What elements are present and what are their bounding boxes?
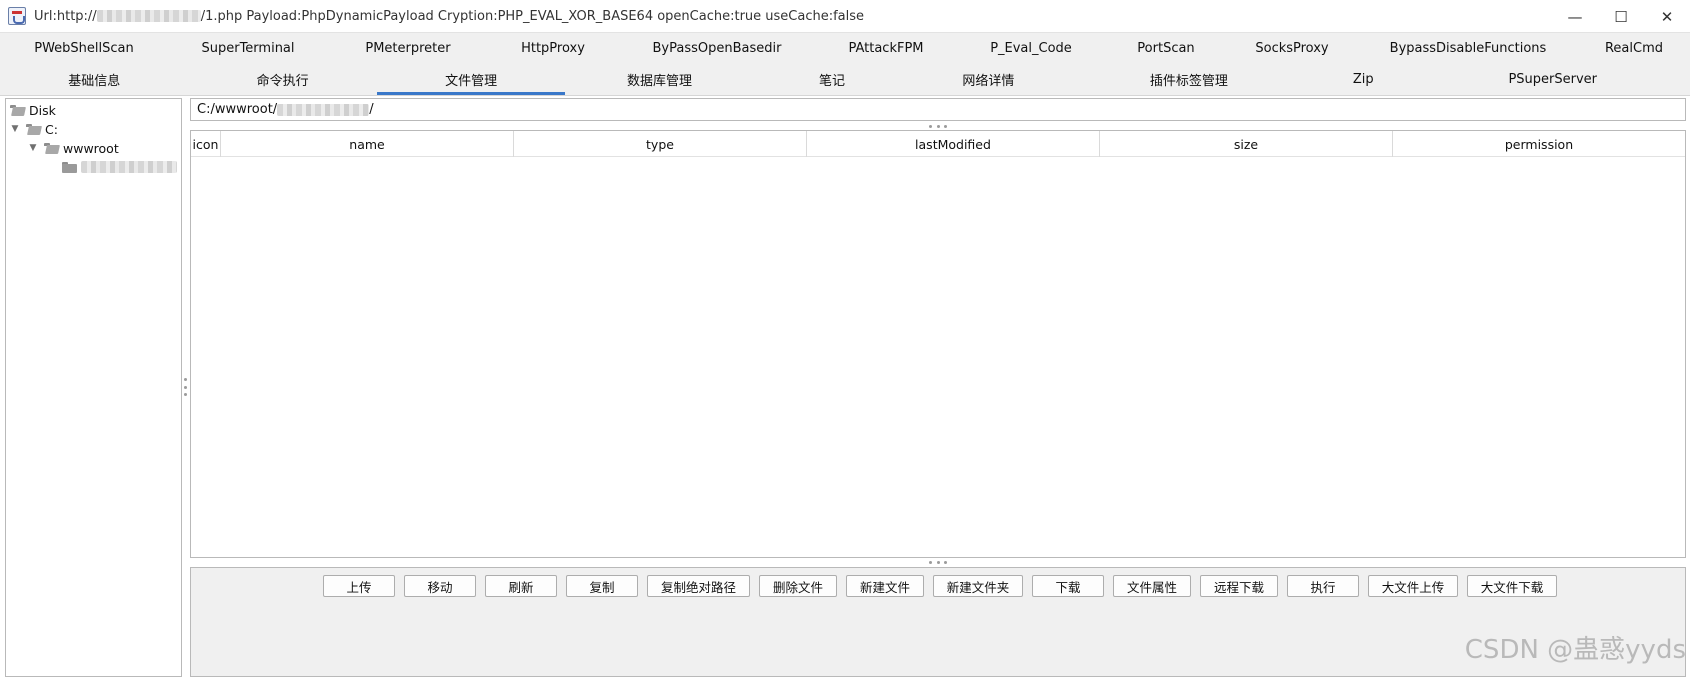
tab-p-eval-code[interactable]: P_Eval_Code [956, 33, 1106, 63]
horizontal-splitter-handle[interactable] [929, 124, 947, 128]
java-app-icon [8, 7, 26, 25]
new-folder-button[interactable]: 新建文件夹 [933, 575, 1023, 597]
tab-file-manager[interactable]: 文件管理 [376, 63, 566, 95]
column-header-icon[interactable]: icon [191, 131, 221, 157]
download-button[interactable]: 下载 [1032, 575, 1104, 597]
tab-pwebshellscan[interactable]: PWebShellScan [0, 33, 168, 63]
tree-node-redacted-folder[interactable] [62, 158, 177, 176]
watermark-text: CSDN @蛊惑yyds [1464, 635, 1686, 665]
tab-socksproxy[interactable]: SocksProxy [1226, 33, 1358, 63]
window-controls: — ☐ ✕ [1552, 0, 1690, 33]
directory-tree[interactable]: Disk ▼ C: ▼ wwwroot [5, 98, 182, 677]
remote-download-button[interactable]: 远程下载 [1200, 575, 1278, 597]
tab-plugin-tag-manager[interactable]: 插件标签管理 [1067, 63, 1311, 95]
tab-command-exec[interactable]: 命令执行 [188, 63, 376, 95]
copy-absolute-path-button[interactable]: 复制绝对路径 [647, 575, 750, 597]
tab-database-manager[interactable]: 数据库管理 [565, 63, 753, 95]
title-url-prefix: Url:http:// [34, 8, 97, 24]
folder-open-icon [26, 123, 41, 135]
main-tab-row: 基础信息 命令执行 文件管理 数据库管理 笔记 网络详情 插件标签管理 Zip … [0, 63, 1690, 96]
column-header-lastmodified[interactable]: lastModified [807, 131, 1100, 157]
refresh-button[interactable]: 刷新 [485, 575, 557, 597]
tree-node-label: Disk [29, 102, 56, 118]
upload-button[interactable]: 上传 [323, 575, 395, 597]
file-actions-panel: 上传 移动 刷新 复制 复制绝对路径 删除文件 新建文件 新建文件夹 下载 文件… [190, 567, 1686, 677]
move-button[interactable]: 移动 [404, 575, 476, 597]
folder-open-icon [44, 142, 59, 154]
title-url-suffix: /1.php Payload:PhpDynamicPayload Cryptio… [200, 8, 865, 24]
copy-button[interactable]: 复制 [566, 575, 638, 597]
tab-realcmd[interactable]: RealCmd [1578, 33, 1690, 63]
close-button[interactable]: ✕ [1644, 0, 1690, 33]
action-button-row: 上传 移动 刷新 复制 复制绝对路径 删除文件 新建文件 新建文件夹 下载 文件… [323, 575, 1557, 597]
tree-node-wwwroot[interactable]: ▼ wwwroot [28, 139, 119, 157]
table-header: icon name type lastModified size permiss… [191, 131, 1685, 157]
tab-superterminal[interactable]: SuperTerminal [168, 33, 328, 63]
folder-open-icon [10, 104, 25, 116]
tab-psuperserver[interactable]: PSuperServer [1416, 63, 1690, 95]
file-table[interactable]: icon name type lastModified size permiss… [190, 130, 1686, 558]
tab-bypassdisablefunctions[interactable]: BypassDisableFunctions [1358, 33, 1578, 63]
window-titlebar: Url:http:// /1.php Payload:PhpDynamicPay… [0, 0, 1690, 33]
tab-network-details[interactable]: 网络详情 [910, 63, 1066, 95]
tree-node-label: C: [45, 121, 58, 137]
tab-basic-info[interactable]: 基础信息 [0, 63, 188, 95]
column-header-size[interactable]: size [1100, 131, 1393, 157]
folder-icon [62, 161, 77, 173]
column-header-name[interactable]: name [221, 131, 514, 157]
tab-pattackfpm[interactable]: PAttackFPM [816, 33, 956, 63]
column-header-type[interactable]: type [514, 131, 807, 157]
redacted-path-segment [277, 103, 370, 116]
tab-notes[interactable]: 笔记 [754, 63, 910, 95]
tab-pmeterpreter[interactable]: PMeterpreter [328, 33, 488, 63]
tree-node-disk[interactable]: Disk [10, 101, 56, 119]
file-properties-button[interactable]: 文件属性 [1113, 575, 1191, 597]
new-file-button[interactable]: 新建文件 [846, 575, 924, 597]
tab-zip[interactable]: Zip [1311, 63, 1415, 95]
expand-toggle-icon[interactable]: ▼ [28, 143, 38, 153]
maximize-button[interactable]: ☐ [1598, 0, 1644, 33]
path-input[interactable]: C:/wwwroot/ / [190, 98, 1686, 121]
plugin-tab-row: PWebShellScan SuperTerminal PMeterpreter… [0, 33, 1690, 63]
tree-node-drive[interactable]: ▼ C: [10, 120, 58, 138]
execute-button[interactable]: 执行 [1287, 575, 1359, 597]
redacted-folder-name [81, 161, 177, 173]
delete-file-button[interactable]: 删除文件 [759, 575, 837, 597]
column-header-permission[interactable]: permission [1393, 131, 1685, 157]
tab-bypassopenbasedir[interactable]: ByPassOpenBasedir [618, 33, 816, 63]
tab-httpproxy[interactable]: HttpProxy [488, 33, 618, 63]
large-file-upload-button[interactable]: 大文件上传 [1368, 575, 1458, 597]
horizontal-splitter-handle[interactable] [929, 560, 947, 564]
expand-toggle-icon[interactable]: ▼ [10, 124, 20, 134]
path-prefix: C:/wwwroot/ [197, 102, 278, 117]
redacted-host [96, 10, 201, 22]
large-file-download-button[interactable]: 大文件下载 [1467, 575, 1557, 597]
tab-portscan[interactable]: PortScan [1106, 33, 1226, 63]
tree-node-label: wwwroot [63, 140, 119, 156]
vertical-splitter-handle[interactable] [183, 378, 187, 396]
minimize-button[interactable]: — [1552, 0, 1598, 33]
path-suffix: / [369, 102, 374, 117]
window-title: Url:http:// /1.php Payload:PhpDynamicPay… [34, 9, 864, 24]
